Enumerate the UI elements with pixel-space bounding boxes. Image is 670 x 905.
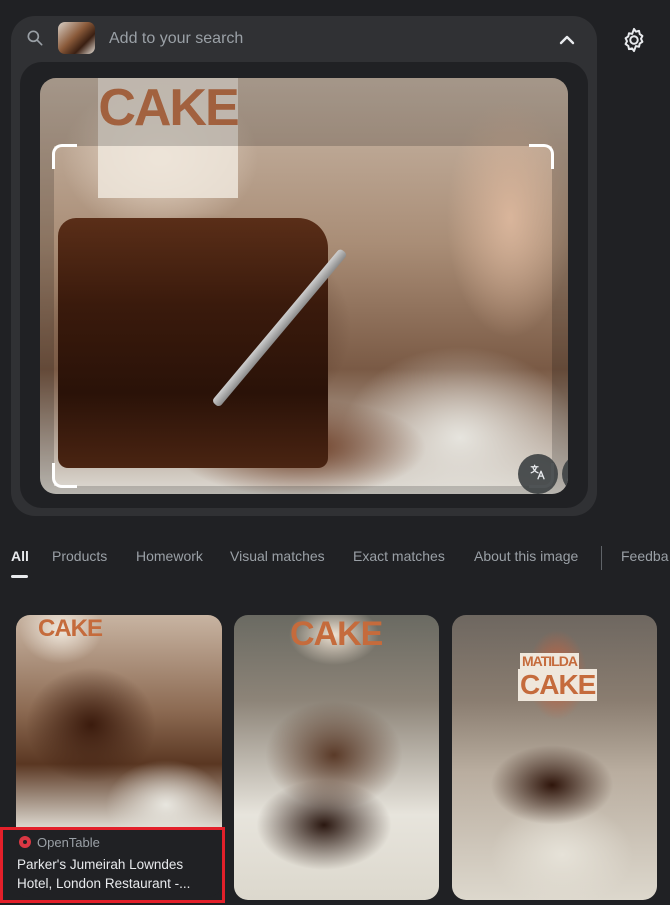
tab-about-this-image[interactable]: About this image: [474, 548, 578, 564]
result-source: OpenTable: [19, 834, 100, 850]
result-card[interactable]: MATILDA CAKE: [452, 615, 657, 900]
matilda-sign-graphic: MATILDA: [520, 653, 579, 669]
cake-sign-graphic: CAKE: [38, 615, 103, 642]
lens-search-panel: CAKE: [11, 16, 597, 516]
image-preview-frame: CAKE: [20, 62, 588, 508]
selection-crop-box[interactable]: [52, 144, 554, 488]
search-image-thumbnail[interactable]: [58, 22, 95, 54]
search-icon[interactable]: [25, 28, 45, 48]
tab-homework[interactable]: Homework: [136, 548, 203, 564]
result-info: OpenTable Parker's Jumeirah Lowndes Hote…: [16, 828, 222, 897]
cake-sign-graphic: CAKE: [290, 615, 383, 653]
tab-feedback[interactable]: Feedba: [621, 548, 668, 564]
search-bar: [11, 16, 597, 62]
uploaded-image-preview: CAKE: [40, 78, 568, 494]
chevron-up-icon[interactable]: [555, 28, 579, 52]
active-tab-indicator: [11, 575, 28, 578]
crop-handle-top-right[interactable]: [529, 144, 554, 169]
gear-icon[interactable]: [620, 26, 648, 54]
fullscreen-button[interactable]: [562, 454, 568, 494]
result-title[interactable]: Parker's Jumeirah Lowndes Hotel, London …: [17, 855, 217, 893]
result-tabs: All Products Homework Visual matches Exa…: [0, 542, 670, 582]
translate-button[interactable]: [518, 454, 558, 494]
tab-products[interactable]: Products: [52, 548, 107, 564]
result-thumbnail[interactable]: CAKE: [16, 615, 222, 828]
translate-icon: [529, 463, 547, 486]
google-lens-results-page: CAKE: [0, 0, 670, 905]
tab-all[interactable]: All: [11, 548, 29, 564]
tab-divider: [601, 546, 602, 570]
result-thumbnail[interactable]: CAKE: [234, 615, 439, 900]
source-name: OpenTable: [37, 834, 100, 850]
cake-sign-graphic: CAKE: [518, 669, 598, 701]
tab-visual-matches[interactable]: Visual matches: [230, 548, 325, 564]
opentable-icon: [19, 836, 31, 848]
result-card[interactable]: CAKE OpenTable Parker's Jumeirah Lowndes…: [16, 615, 222, 897]
search-input[interactable]: [107, 26, 531, 52]
crop-handle-top-left[interactable]: [52, 144, 77, 169]
result-thumbnail[interactable]: MATILDA CAKE: [452, 615, 657, 900]
crop-handle-bottom-left[interactable]: [52, 463, 77, 488]
result-card[interactable]: CAKE: [234, 615, 439, 900]
tab-exact-matches[interactable]: Exact matches: [353, 548, 445, 564]
